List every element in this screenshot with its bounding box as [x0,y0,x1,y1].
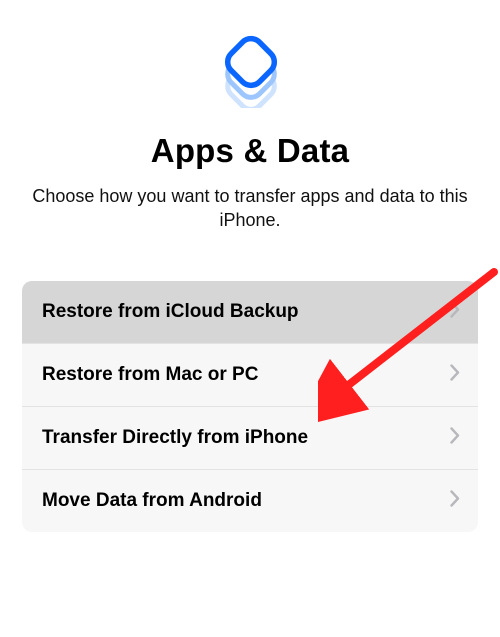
option-move-android[interactable]: Move Data from Android [22,470,478,532]
chevron-right-icon [450,490,460,512]
apps-data-stack-icon [210,28,290,108]
option-label: Move Data from Android [42,490,262,512]
chevron-right-icon [450,301,460,323]
option-label: Restore from iCloud Backup [42,301,299,323]
option-label: Transfer Directly from iPhone [42,427,308,449]
page-subtitle: Choose how you want to transfer apps and… [0,184,500,233]
page-title: Apps & Data [151,132,349,170]
option-label: Restore from Mac or PC [42,364,258,386]
option-restore-mac-pc[interactable]: Restore from Mac or PC [22,344,478,407]
option-restore-icloud[interactable]: Restore from iCloud Backup [22,281,478,344]
restore-options-list: Restore from iCloud Backup Restore from … [22,281,478,532]
chevron-right-icon [450,364,460,386]
chevron-right-icon [450,427,460,449]
option-transfer-iphone[interactable]: Transfer Directly from iPhone [22,407,478,470]
